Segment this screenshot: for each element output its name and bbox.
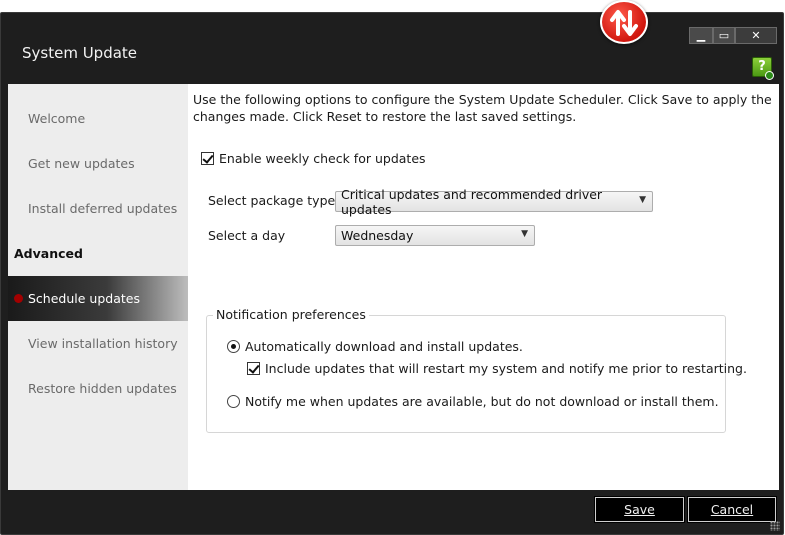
- package-type-label: Select package type:: [208, 193, 340, 208]
- sidebar-item-label: View installation history: [28, 336, 178, 351]
- minimize-icon: ▁: [696, 29, 706, 42]
- package-type-select[interactable]: Critical updates and recommended driver …: [335, 187, 653, 217]
- day-label: Select a day: [208, 228, 286, 243]
- auto-install-radio[interactable]: [227, 340, 240, 353]
- weekly-check-label[interactable]: Enable weekly check for updates: [219, 151, 426, 166]
- notification-preferences-legend: Notification preferences: [213, 307, 369, 322]
- sidebar-item-view-installation-history[interactable]: View installation history: [8, 321, 188, 366]
- minimize-button[interactable]: ▁: [689, 27, 713, 44]
- sidebar-item-label: Welcome: [28, 111, 86, 126]
- sidebar-section-advanced: Advanced: [8, 231, 188, 276]
- main-panel: Use the following options to configure t…: [193, 84, 779, 490]
- sidebar-item-install-deferred-updates[interactable]: Install deferred updates: [8, 186, 188, 231]
- day-select[interactable]: Wednesday ▼: [335, 225, 535, 246]
- help-arrow-icon: [765, 71, 774, 80]
- package-type-label-row: Select package type:: [208, 193, 339, 208]
- include-restart-label[interactable]: Include updates that will restart my sys…: [265, 361, 747, 376]
- notify-only-label[interactable]: Notify me when updates are available, bu…: [245, 394, 719, 409]
- window-title: System Update: [22, 44, 138, 62]
- notification-preferences-group: Notification preferences Automatically d…: [206, 307, 747, 433]
- sidebar-item-get-new-updates[interactable]: Get new updates: [8, 141, 188, 186]
- save-button[interactable]: Save: [594, 496, 685, 523]
- help-glyph: ?: [758, 59, 766, 74]
- sidebar-item-welcome[interactable]: Welcome: [8, 96, 188, 141]
- maximize-icon: ▭: [718, 29, 730, 42]
- window-controls: ▁ ▭ ✕: [689, 27, 777, 44]
- app-logo-icon: [600, 0, 648, 44]
- day-value: Wednesday: [341, 228, 414, 243]
- sidebar-item-label: Restore hidden updates: [28, 381, 177, 396]
- close-icon: ✕: [751, 29, 761, 42]
- chevron-down-icon: ▼: [639, 195, 646, 205]
- weekly-check-checkbox[interactable]: [201, 152, 214, 165]
- notify-only-radio[interactable]: [227, 395, 240, 408]
- cancel-button[interactable]: Cancel: [687, 496, 777, 523]
- content-area: Welcome Get new updates Install deferred…: [8, 84, 779, 490]
- help-icon[interactable]: ?: [752, 57, 774, 80]
- day-label-row: Select a day: [208, 228, 285, 243]
- close-button[interactable]: ✕: [735, 27, 777, 44]
- resize-grip-icon[interactable]: [770, 521, 780, 531]
- notify-only-row[interactable]: Notify me when updates are available, bu…: [227, 394, 719, 409]
- weekly-check-row[interactable]: Enable weekly check for updates: [201, 151, 426, 166]
- sidebar-item-restore-hidden-updates[interactable]: Restore hidden updates: [8, 366, 188, 411]
- chevron-down-icon: ▼: [521, 229, 528, 239]
- auto-install-row[interactable]: Automatically download and install updat…: [227, 339, 523, 354]
- active-dot-icon: [14, 294, 23, 303]
- include-restart-row[interactable]: Include updates that will restart my sys…: [247, 361, 747, 376]
- sidebar-item-label: Get new updates: [28, 156, 135, 171]
- intro-text: Use the following options to configure t…: [193, 92, 772, 124]
- app-window: System Update ▁ ▭ ✕ ? Welcome Get new up…: [0, 12, 784, 535]
- sidebar-item-label: Schedule updates: [28, 291, 140, 306]
- auto-install-label[interactable]: Automatically download and install updat…: [245, 339, 523, 354]
- include-restart-checkbox[interactable]: [247, 362, 260, 375]
- maximize-button[interactable]: ▭: [713, 27, 735, 44]
- sidebar-section-label: Advanced: [14, 246, 83, 261]
- sidebar-item-label: Install deferred updates: [28, 201, 178, 216]
- sidebar-item-schedule-updates[interactable]: Schedule updates: [8, 276, 188, 321]
- package-type-value: Critical updates and recommended driver …: [341, 186, 603, 217]
- sidebar: Welcome Get new updates Install deferred…: [8, 84, 188, 490]
